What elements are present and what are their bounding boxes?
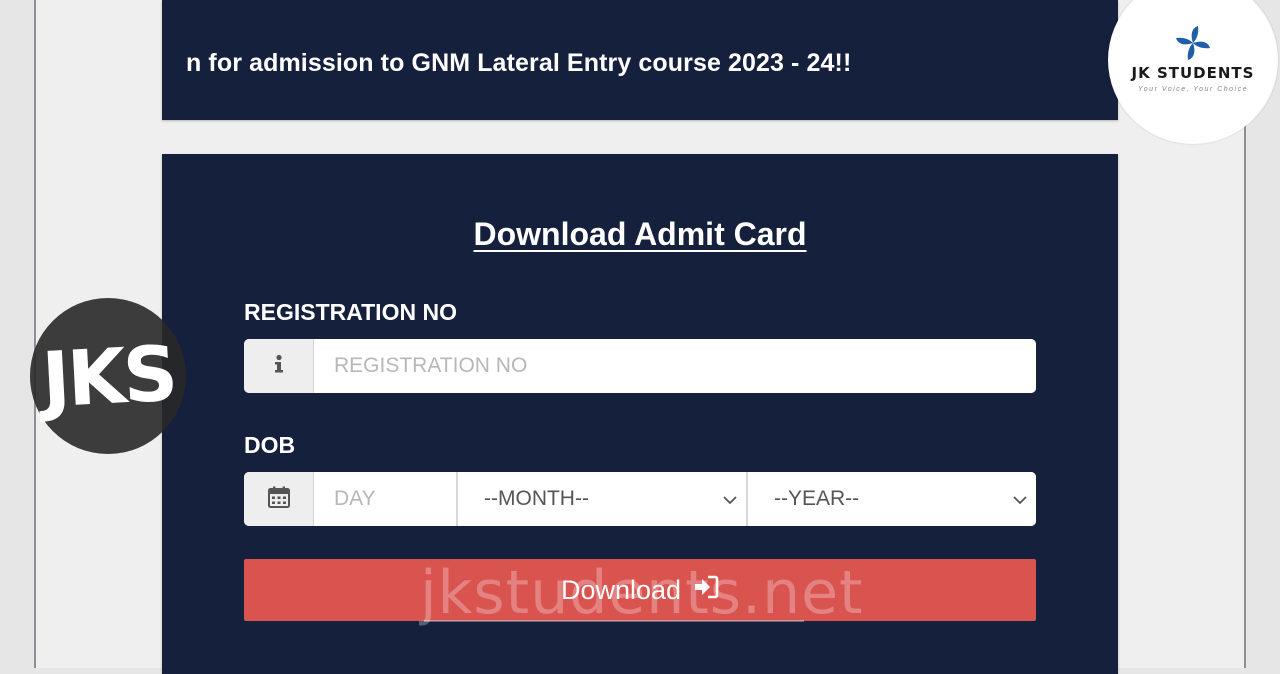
month-select-value: --MONTH-- bbox=[484, 487, 589, 510]
jks-badge-logo: JKS bbox=[30, 298, 186, 454]
dob-addon bbox=[244, 472, 314, 526]
registration-label: REGISTRATION NO bbox=[244, 299, 457, 325]
registration-input-group bbox=[244, 339, 1036, 393]
announcement-marquee: n for admission to GNM Lateral Entry cou… bbox=[162, 0, 1118, 120]
form-title: Download Admit Card bbox=[473, 216, 807, 252]
month-select[interactable]: --MONTH-- bbox=[458, 472, 748, 526]
dob-label: DOB bbox=[244, 432, 296, 458]
marquee-text: n for admission to GNM Lateral Entry cou… bbox=[162, 49, 851, 78]
download-button[interactable]: Download bbox=[244, 559, 1036, 621]
chevron-down-icon bbox=[722, 490, 738, 514]
day-input[interactable] bbox=[314, 472, 458, 526]
watermark-underline bbox=[424, 620, 804, 622]
year-select-value: --YEAR-- bbox=[774, 487, 860, 510]
calendar-icon bbox=[267, 486, 290, 513]
year-select[interactable]: --YEAR-- bbox=[748, 472, 1036, 526]
sign-in-icon bbox=[693, 575, 719, 606]
jks-badge-text: JKS bbox=[39, 328, 177, 424]
chevron-down-icon bbox=[1012, 490, 1028, 514]
pinwheel-logo-icon bbox=[1174, 24, 1212, 67]
marquee-message: n for admission to GNM Lateral Entry cou… bbox=[186, 49, 852, 77]
logo-tagline: Your Voice, Your Choice bbox=[1138, 86, 1248, 93]
download-button-label: Download bbox=[560, 574, 682, 605]
registration-addon bbox=[244, 339, 314, 393]
dob-input-group: --MONTH-- --YEAR-- bbox=[244, 472, 1036, 526]
registration-input[interactable] bbox=[314, 339, 1036, 393]
logo-name: JK STUDENTS bbox=[1131, 64, 1255, 82]
info-icon bbox=[272, 354, 286, 379]
